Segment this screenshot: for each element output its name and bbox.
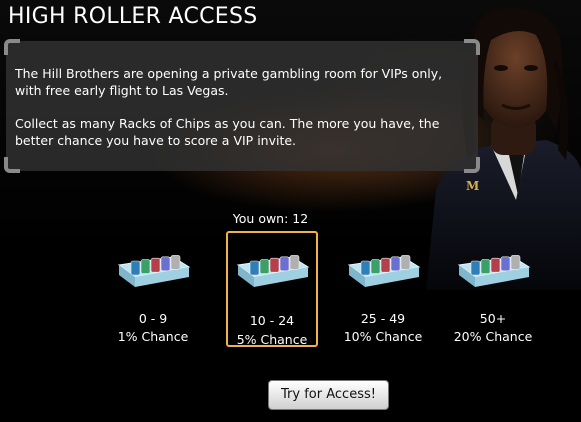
tier-chance: 1% Chance [117, 329, 189, 344]
chip-rack-icon [457, 255, 531, 287]
tier-chance: 5% Chance [236, 332, 308, 347]
info-paragraph-2: Collect as many Racks of Chips as you ca… [15, 116, 440, 148]
tier-option[interactable]: 10 - 24 5% Chance [226, 231, 318, 347]
panel-corner [4, 39, 20, 55]
try-for-access-button[interactable]: Try for Access! [268, 380, 389, 410]
tier-range: 50+ [479, 311, 507, 326]
tier-option[interactable]: 50+ 20% Chance [447, 231, 539, 347]
svg-text:M: M [466, 179, 479, 193]
chip-rack-icon [347, 255, 421, 287]
page-title: HIGH ROLLER ACCESS [8, 4, 258, 29]
chip-rack-icon [236, 255, 310, 287]
tier-range: 25 - 49 [360, 311, 406, 326]
info-paragraph-1: The Hill Brothers are opening a private … [15, 66, 443, 98]
panel-corner [464, 39, 480, 55]
tier-range: 0 - 9 [138, 311, 168, 326]
tier-option[interactable]: 25 - 49 10% Chance [337, 231, 429, 347]
owned-count: You own: 12 [232, 211, 309, 226]
tier-chance: 10% Chance [343, 329, 423, 344]
tier-range: 10 - 24 [249, 313, 295, 328]
info-panel: The Hill Brothers are opening a private … [4, 39, 480, 173]
owned-count-row: You own: 12 [0, 211, 581, 226]
chip-rack-icon [117, 255, 191, 287]
tier-chance: 20% Chance [453, 329, 533, 344]
tier-option[interactable]: 0 - 9 1% Chance [107, 231, 199, 347]
info-text: The Hill Brothers are opening a private … [15, 65, 470, 165]
